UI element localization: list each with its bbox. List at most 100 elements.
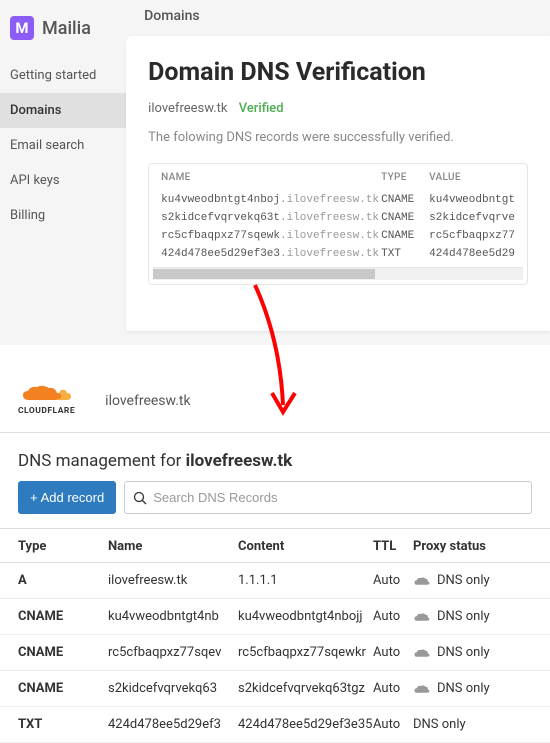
record-type: TXT [381,248,429,260]
success-message: The folowing DNS records were successful… [148,130,528,145]
record-name: 424d478ee5d29ef3e3.ilovefreesw.tk [161,248,381,260]
record-name: rc5cfbaqpxz77sqewk.ilovefreesw.tk [161,230,381,242]
sidebar-item-api-keys[interactable]: API keys [0,163,126,198]
record-name: ku4vweodbntgt4nboj.ilovefreesw.tk [161,194,381,206]
col-type: TYPE [381,172,429,183]
dns-record-row: ku4vweodbntgt4nboj.ilovefreesw.tkCNAMEku… [149,191,527,209]
mailia-main: Domains Domain DNS Verification ilovefre… [126,0,550,345]
cloudflare-logo-text: CLOUDFLARE [18,406,75,416]
sidebar-item-getting-started[interactable]: Getting started [0,58,126,93]
col-name: NAME [161,172,381,183]
cf-table-header: Type Name Content TTL Proxy status [0,528,550,563]
mailia-app: M Mailia Getting startedDomainsEmail sea… [0,0,550,345]
mailia-sidebar: M Mailia Getting startedDomainsEmail sea… [0,0,126,345]
record-value: rc5cfbaqpxz77 [429,230,515,242]
cf-record-type: CNAME [18,681,108,696]
add-record-button[interactable]: + Add record [18,481,116,514]
cf-record-content: rc5cfbaqpxz77sqewkr [238,645,373,660]
proxy-status-text: DNS only [437,645,490,660]
dns-record-row: rc5cfbaqpxz77sqewk.ilovefreesw.tkCNAMErc… [149,227,527,245]
record-type: CNAME [381,230,429,242]
proxy-status-text: DNS only [437,609,490,624]
cf-record-proxy: DNS only [413,573,532,588]
cf-title-domain: ilovefreesw.tk [186,451,293,471]
dns-record-row: 424d478ee5d29ef3e3.ilovefreesw.tkTXT424d… [149,245,527,263]
proxy-status-text: DNS only [437,681,490,696]
cloudflare-app: CLOUDFLARE ilovefreesw.tk DNS management… [0,345,550,743]
sidebar-item-domains[interactable]: Domains [0,93,126,128]
plus-icon: + [30,490,38,505]
record-name: s2kidcefvqrvekq63t.ilovefreesw.tk [161,212,381,224]
domain-name: ilovefreesw.tk [148,101,227,116]
cf-record-proxy: DNS only [413,645,532,660]
cloud-icon [413,611,431,623]
record-type: CNAME [381,194,429,206]
proxy-status-text: DNS only [413,717,466,732]
dns-table-header: NAME TYPE VALUE [149,164,527,191]
cf-record-type: CNAME [18,645,108,660]
cf-record-proxy: DNS only [413,609,532,624]
cloudflare-header: CLOUDFLARE ilovefreesw.tk [0,375,550,433]
cf-record-name: ilovefreesw.tk [108,573,238,588]
cf-record-name: rc5cfbaqpxz77sqev [108,645,238,660]
search-input[interactable] [147,482,523,513]
verified-badge: Verified [239,101,284,116]
cf-title-prefix: DNS management for [18,451,186,471]
record-type: CNAME [381,212,429,224]
cf-dns-table: Type Name Content TTL Proxy status Ailov… [0,528,550,743]
mailia-logo[interactable]: M Mailia [0,8,126,58]
col-value: VALUE [429,172,515,183]
cf-record-content: s2kidcefvqrvekq63tgz [238,681,373,696]
cf-record-content: 1.1.1.1 [238,573,373,588]
cf-record-ttl: Auto [373,717,413,732]
cloudflare-logo[interactable]: CLOUDFLARE [18,385,75,416]
search-icon [133,491,147,505]
cf-record-row[interactable]: CNAMEs2kidcefvqrvekq63s2kidcefvqrvekq63t… [0,671,550,707]
cf-record-ttl: Auto [373,573,413,588]
cf-record-row[interactable]: CNAMEku4vweodbntgt4nbku4vweodbntgt4nbojj… [0,599,550,635]
dns-verification-card: Domain DNS Verification ilovefreesw.tk V… [126,36,550,331]
cf-col-content: Content [238,539,373,554]
cf-col-type: Type [18,539,108,554]
cf-record-row[interactable]: CNAMErc5cfbaqpxz77sqevrc5cfbaqpxz77sqewk… [0,635,550,671]
search-wrapper[interactable] [124,481,532,514]
add-record-label: Add record [41,490,105,505]
cf-record-row[interactable]: Ailovefreesw.tk1.1.1.1Auto DNS only [0,563,550,599]
sidebar-item-email-search[interactable]: Email search [0,128,126,163]
dns-records-table: NAME TYPE VALUE ku4vweodbntgt4nboj.ilove… [148,163,528,285]
cf-controls: + Add record [0,481,550,528]
cf-record-name: 424d478ee5d29ef3 [108,717,238,732]
cloud-icon [413,683,431,695]
proxy-status-text: DNS only [437,573,490,588]
cf-record-proxy: DNS only [413,717,532,732]
record-value: s2kidcefvqrve [429,212,515,224]
scrollbar-thumb[interactable] [153,269,375,279]
mailia-logo-text: Mailia [42,18,91,39]
sidebar-item-billing[interactable]: Billing [0,198,126,233]
cloud-icon [413,647,431,659]
dns-record-row: s2kidcefvqrvekq63t.ilovefreesw.tkCNAMEs2… [149,209,527,227]
card-title: Domain DNS Verification [148,58,528,87]
cf-col-ttl: TTL [373,539,413,554]
cf-record-proxy: DNS only [413,681,532,696]
cf-record-name: s2kidcefvqrvekq63 [108,681,238,696]
cloud-icon [413,575,431,587]
cf-record-ttl: Auto [373,609,413,624]
cloudflare-logo-icon [19,385,75,405]
cf-record-type: CNAME [18,609,108,624]
cf-col-name: Name [108,539,238,554]
mailia-logo-icon: M [10,16,34,40]
horizontal-scrollbar[interactable] [153,267,523,280]
cf-record-content: 424d478ee5d29ef3e35 [238,717,373,732]
cf-record-row[interactable]: TXT424d478ee5d29ef3424d478ee5d29ef3e35Au… [0,707,550,743]
cf-record-type: A [18,573,108,588]
mailia-page-header: Domains [126,0,550,36]
record-value: 424d478ee5d29 [429,248,515,260]
cf-record-type: TXT [18,717,108,732]
domain-status-row: ilovefreesw.tk Verified [148,101,528,116]
cloudflare-domain[interactable]: ilovefreesw.tk [105,393,190,409]
cf-record-content: ku4vweodbntgt4nbojj [238,609,373,624]
cf-record-ttl: Auto [373,645,413,660]
record-value: ku4vweodbntgt [429,194,515,206]
cf-record-name: ku4vweodbntgt4nb [108,609,238,624]
